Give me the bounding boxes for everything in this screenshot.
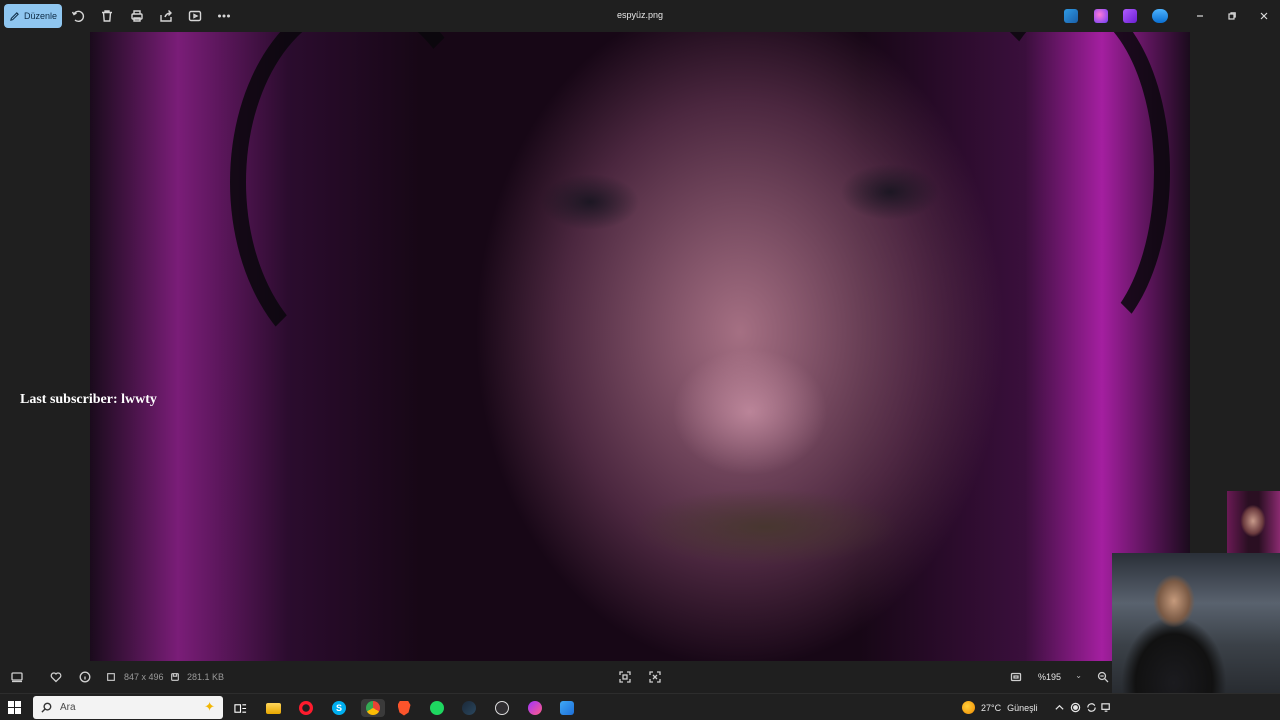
record-icon[interactable] [1069, 701, 1081, 713]
image-dimensions: 847 x 496 [124, 672, 164, 682]
weather-desc: Güneşli [1007, 702, 1038, 713]
skype-icon[interactable]: S [330, 699, 348, 717]
network-icon[interactable] [1100, 701, 1112, 713]
search-icon [41, 702, 52, 713]
zoom-out-icon[interactable] [1096, 670, 1110, 684]
fullscreen-icon[interactable] [1009, 670, 1023, 684]
favorite-icon[interactable] [49, 670, 63, 684]
obs-icon[interactable] [493, 699, 511, 717]
start-button[interactable] [8, 701, 21, 714]
image-viewport[interactable] [90, 32, 1190, 661]
messenger-icon[interactable] [526, 699, 544, 717]
weather-widget[interactable]: 27°C Güneşli [962, 701, 1038, 714]
taskbar: Ara ✦ S 27°C Güneşli [0, 693, 1280, 720]
file-explorer-icon[interactable] [264, 699, 282, 717]
opera-icon[interactable] [297, 699, 315, 717]
designer-app-icon[interactable] [1094, 9, 1108, 23]
sync-icon[interactable] [1085, 701, 1097, 713]
actual-size-icon[interactable] [648, 670, 662, 684]
webcam-overlay-small [1227, 491, 1280, 553]
restore-button[interactable] [1225, 9, 1239, 23]
window-title: espyüz.png [616, 10, 664, 20]
dimensions-icon [106, 670, 116, 684]
close-button[interactable] [1257, 9, 1271, 23]
taskbar-search[interactable]: Ara ✦ [33, 696, 223, 719]
info-icon[interactable] [78, 670, 92, 684]
filmstrip-icon[interactable] [10, 670, 24, 684]
spotify-icon[interactable] [428, 699, 446, 717]
chevron-down-icon: ⌄ [1075, 671, 1082, 680]
minimize-button[interactable] [1193, 9, 1207, 23]
weather-sun-icon [962, 701, 975, 714]
sparkle-icon: ✦ [204, 699, 215, 714]
task-view-icon[interactable] [231, 699, 249, 717]
zoom-dropdown[interactable]: %195 ⌄ [1030, 667, 1088, 687]
weather-temp: 27°C [981, 702, 1002, 713]
video-editor-app-icon[interactable] [1123, 9, 1137, 23]
file-size-icon [170, 670, 180, 684]
paint-icon[interactable] [558, 699, 576, 717]
toolbar: Düzenle espyüz.png [0, 0, 1280, 32]
clipchamp-app-icon[interactable] [1064, 9, 1078, 23]
onedrive-icon[interactable] [1152, 9, 1168, 23]
brave-icon[interactable] [395, 699, 413, 717]
search-placeholder: Ara [60, 702, 76, 713]
last-subscriber-overlay: Last subscriber: lwwty [20, 392, 157, 407]
photos-app-window: Düzenle espyüz.png Last subscriber: lwwt… [0, 0, 1280, 693]
status-bar: 847 x 496 281.1 KB %195 ⌄ [0, 661, 1280, 693]
file-size: 281.1 KB [187, 672, 225, 682]
chevron-up-icon[interactable] [1053, 701, 1065, 713]
chrome-icon[interactable] [361, 699, 385, 717]
steam-icon[interactable] [460, 699, 478, 717]
fit-to-window-icon[interactable] [618, 670, 632, 684]
zoom-level: %195 [1038, 672, 1062, 682]
